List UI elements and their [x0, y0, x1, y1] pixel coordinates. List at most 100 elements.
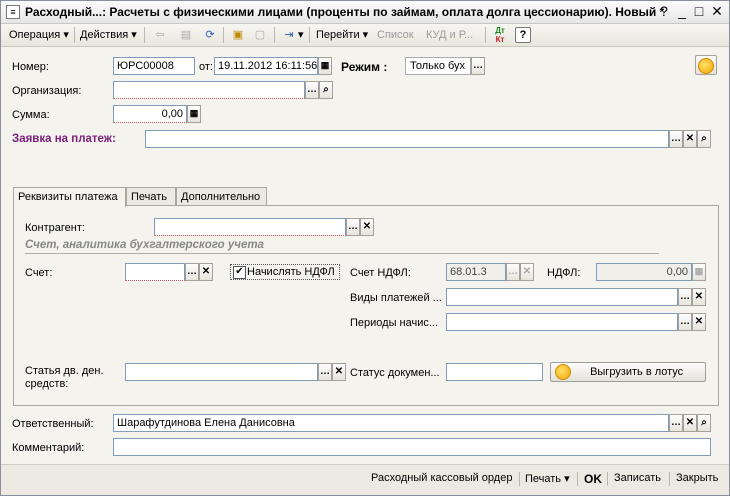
ndfl-checkbox[interactable]: ✔: [233, 266, 246, 279]
comment-field[interactable]: [113, 438, 711, 456]
cashflow-clear-icon[interactable]: ✕: [332, 363, 346, 381]
ndfl-checkbox-group[interactable]: ✔ Начислять НДФЛ: [230, 264, 340, 280]
account-select-button[interactable]: …: [185, 263, 199, 281]
maximize-icon[interactable]: □: [690, 3, 708, 20]
periods-clear-icon[interactable]: ✕: [692, 313, 706, 331]
cashflow-field[interactable]: [125, 363, 318, 381]
goto-menu[interactable]: Перейти ▾: [316, 27, 368, 43]
calculator-icon[interactable]: ▦: [187, 105, 201, 123]
calendar-icon[interactable]: ▦: [318, 57, 332, 75]
payment-request-label: Заявка на платеж:: [12, 133, 116, 145]
document-window: ≡ Расходный...: Расчеты с физическими ли…: [0, 0, 730, 496]
periods-field[interactable]: [446, 313, 678, 331]
ndfl-account-clear-icon[interactable]: ✕: [520, 263, 534, 281]
account-field[interactable]: [125, 263, 185, 281]
counterparty-field[interactable]: [154, 218, 346, 236]
payment-request-select-button[interactable]: …: [669, 130, 683, 148]
counterparty-clear-icon[interactable]: ✕: [360, 218, 374, 236]
comment-label: Комментарий:: [12, 442, 85, 454]
export-lotus-button[interactable]: Выгрузить в лотус: [550, 362, 706, 382]
section-divider: [25, 253, 659, 254]
toolbar-separator: [485, 27, 486, 43]
document-disabled-icon[interactable]: ▤: [178, 27, 194, 43]
account-label: Счет:: [25, 267, 53, 279]
ndfl-account-select-button[interactable]: …: [506, 263, 520, 281]
tab-payment-requisites[interactable]: Реквизиты платежа: [13, 187, 126, 207]
bottombar-separator: [519, 472, 520, 486]
cashflow-label-line1: Статья дв. ден.: [25, 365, 104, 377]
mode-value[interactable]: Только бух: [405, 57, 471, 75]
periods-select-button[interactable]: …: [678, 313, 692, 331]
minimize-icon[interactable]: _: [673, 3, 691, 20]
payment-types-field[interactable]: [446, 288, 678, 306]
organization-label: Организация:: [12, 85, 82, 97]
post-document-icon[interactable]: ▣: [230, 27, 246, 43]
based-on-dropdown-icon[interactable]: ▾: [298, 27, 304, 43]
tab-print[interactable]: Печать: [126, 187, 176, 206]
dt-kt-icon[interactable]: Дт Кт: [490, 26, 510, 44]
responsible-clear-icon[interactable]: ✕: [683, 414, 697, 432]
toolbar-separator: [144, 27, 145, 43]
mode-label: Режим :: [341, 60, 388, 74]
organization-field[interactable]: [113, 81, 305, 99]
actions-menu[interactable]: Действия ▾: [80, 27, 137, 43]
responsible-label: Ответственный:: [12, 418, 94, 430]
date-field[interactable]: 19.11.2012 16:11:56: [214, 57, 318, 75]
export-lotus-label: Выгрузить в лотус: [590, 366, 684, 378]
print-menu-label: Печать: [525, 473, 562, 485]
operation-menu[interactable]: Операция ▾: [9, 27, 69, 43]
ndfl-field[interactable]: 0,00: [596, 263, 692, 281]
close-icon[interactable]: ✕: [708, 3, 726, 20]
help-icon[interactable]: ?: [515, 27, 531, 43]
sum-field[interactable]: 0,00: [113, 105, 187, 123]
account-clear-icon[interactable]: ✕: [199, 263, 213, 281]
periods-label: Периоды начис...: [350, 317, 439, 329]
kt-label: Кт: [495, 35, 505, 44]
based-on-icon[interactable]: ⇥: [281, 27, 297, 43]
toolbar-separator: [74, 27, 75, 43]
back-icon[interactable]: ⇦: [152, 27, 168, 43]
doc-status-label: Статус докумен...: [350, 367, 440, 379]
bottombar-separator: [669, 472, 670, 486]
toolbar-separator: [309, 27, 310, 43]
list-button[interactable]: Список: [377, 27, 414, 43]
help-window-icon[interactable]: ?: [655, 3, 673, 20]
ndfl-checkbox-label: Начислять НДФЛ: [247, 266, 335, 278]
save-button[interactable]: Записать: [614, 472, 661, 484]
ok-button[interactable]: OK: [584, 472, 602, 486]
print-menu-button[interactable]: Печать ▾: [525, 472, 570, 485]
mode-select-button[interactable]: …: [471, 57, 485, 75]
lotus-icon: [698, 58, 714, 74]
tab-additional[interactable]: Дополнительно: [176, 187, 267, 206]
doc-status-field[interactable]: [446, 363, 543, 381]
date-from-label: от:: [199, 61, 213, 73]
number-field[interactable]: ЮРС00008: [113, 57, 195, 75]
toolbar: Операция ▾ Действия ▾ ⇦ ▤ ⟳ ▣ ▢ ⇥ ▾ Пере…: [1, 24, 729, 47]
responsible-select-button[interactable]: …: [669, 414, 683, 432]
payment-types-select-button[interactable]: …: [678, 288, 692, 306]
refresh-icon[interactable]: ⟳: [202, 27, 218, 43]
counterparty-select-button[interactable]: …: [346, 218, 360, 236]
ndfl-account-field[interactable]: 68.01.3: [446, 263, 506, 281]
cashflow-select-button[interactable]: …: [318, 363, 332, 381]
payment-request-field[interactable]: [145, 130, 669, 148]
payment-request-search-icon[interactable]: ⌕: [697, 130, 711, 148]
accounting-section-title: Счет, аналитика бухгалтерского учета: [25, 239, 264, 251]
goto-menu-label: Перейти: [316, 29, 360, 41]
lotus-button[interactable]: [695, 55, 717, 75]
payment-request-clear-icon[interactable]: ✕: [683, 130, 697, 148]
toolbar-separator: [223, 27, 224, 43]
cash-order-button[interactable]: Расходный кассовый ордер: [371, 472, 512, 484]
ndfl-account-label: Счет НДФЛ:: [350, 267, 411, 279]
kud-button[interactable]: КУД и Р...: [426, 27, 473, 43]
responsible-field[interactable]: Шарафутдинова Елена Данисовна: [113, 414, 669, 432]
organization-select-button[interactable]: …: [305, 81, 319, 99]
organization-search-icon[interactable]: ⌕: [319, 81, 333, 99]
close-button[interactable]: Закрыть: [676, 472, 718, 484]
payment-types-clear-icon[interactable]: ✕: [692, 288, 706, 306]
window-title: Расходный...: Расчеты с физическими лица…: [25, 5, 665, 19]
ndfl-calculator-icon[interactable]: ▦: [692, 263, 706, 281]
unpost-document-icon[interactable]: ▢: [252, 27, 268, 43]
responsible-search-icon[interactable]: ⌕: [697, 414, 711, 432]
bottombar-separator: [577, 472, 578, 486]
